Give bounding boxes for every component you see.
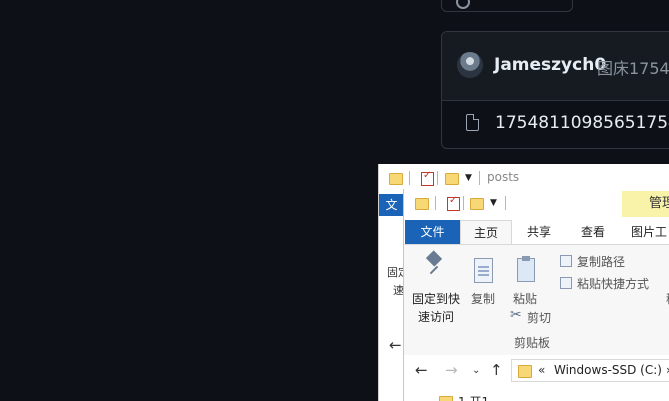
commit-message[interactable]: 图床1754 [597,55,669,79]
tab-manage[interactable]: 管理 [622,191,669,217]
new-folder-icon[interactable] [470,198,484,210]
folder-icon [439,396,453,401]
toolbar-divider [463,196,464,210]
file-icon [466,114,479,131]
customize-dropdown-icon[interactable]: ▼ [465,173,472,183]
toolbar-divider [435,196,436,210]
tab-view[interactable]: 查看 [568,220,618,244]
copy-button[interactable]: 复制 [471,290,495,307]
explorer-window-front[interactable]: ▼ 管理 文件 主页 共享 查看 图片工 固定到快 速访问 复制 粘贴 复制路径… [403,189,669,401]
recent-locations-chevron-icon[interactable]: ⌄ [472,365,480,376]
ribbon-tabs: 文件 主页 共享 查看 图片工 [404,220,669,244]
scissors-icon[interactable]: ✂ [510,307,522,323]
file-name-link[interactable]: 175481109856517548110 [495,113,669,133]
toolbar-divider [437,171,438,185]
paste-button[interactable]: 粘贴 [513,290,537,307]
commit-user[interactable]: Jameszych0 [494,55,606,75]
tab-share[interactable]: 共享 [514,220,564,244]
paste-icon[interactable] [517,256,535,282]
address-bar[interactable]: « Windows-SSD (C:) › [511,359,669,382]
new-folder-icon[interactable] [445,173,459,185]
customize-dropdown-icon[interactable]: ▼ [490,198,497,208]
tree-item[interactable]: 1 开1 [404,391,669,401]
pin-to-quick-access-label[interactable]: 固定到快 [412,290,460,307]
github-commit-card: Jameszych0 图床1754 175481109856517548110 [441,31,669,149]
properties-icon[interactable] [447,195,460,211]
toolbar-divider [505,196,506,210]
search-icon [456,0,470,9]
copy-icon[interactable] [474,258,493,283]
paste-shortcut-icon[interactable] [560,277,572,289]
paste-shortcut-button[interactable]: 粘贴快捷方式 [577,275,649,292]
tab-home[interactable]: 主页 [460,220,512,244]
address-path[interactable]: Windows-SSD (C:) [554,363,662,377]
toolbar-divider [409,171,410,185]
window-title: posts [487,170,520,184]
github-search-box[interactable] [441,0,573,12]
address-overflow-chevron[interactable]: « [538,363,545,377]
folder-icon [415,198,429,210]
pin-to-quick-access-label-2[interactable]: 速访问 [418,308,454,325]
tree-item-label[interactable]: 1 开1 [458,393,489,401]
commit-header: Jameszych0 图床1754 [442,32,669,101]
quick-access-toolbar: ▼ posts [379,164,669,192]
toolbar-divider [479,171,480,185]
properties-icon[interactable] [421,170,434,186]
copy-path-button[interactable]: 复制路径 [577,253,625,270]
navigation-bar: ← → ⌄ ↑ « Windows-SSD (C:) › [404,355,669,387]
clipboard-group-label: 剪贴板 [514,336,551,350]
folder-icon [389,173,403,185]
tab-file[interactable]: 文 [379,194,404,216]
up-arrow-icon[interactable]: ↑ [490,361,503,379]
copy-path-icon[interactable] [560,255,572,267]
back-arrow-icon[interactable]: ← [415,361,428,379]
tab-file[interactable]: 文件 [405,220,460,244]
cut-button[interactable]: 剪切 [527,309,551,326]
back-arrow-icon[interactable]: ← [389,336,402,354]
avatar[interactable] [457,52,483,78]
tab-picture-tools[interactable]: 图片工 [624,220,669,244]
forward-arrow-icon[interactable]: → [445,361,458,379]
ribbon-home: 固定到快 速访问 复制 粘贴 复制路径 粘贴快捷方式 ✂ 剪切 剪贴板 移 [404,244,669,356]
address-folder-icon [518,365,532,378]
pin-icon[interactable] [426,253,444,277]
